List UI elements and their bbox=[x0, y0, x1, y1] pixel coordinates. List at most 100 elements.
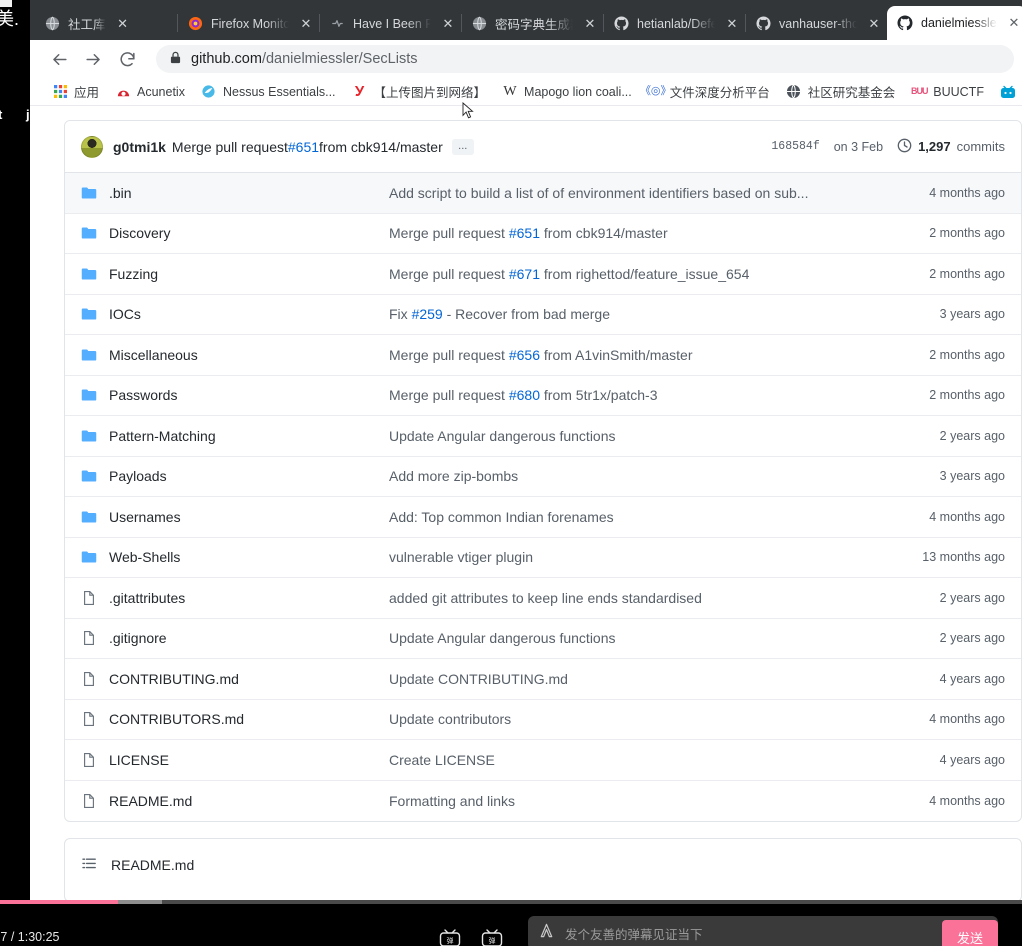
acunetix-icon bbox=[115, 84, 131, 100]
commit-age: 13 months ago bbox=[922, 550, 1005, 565]
commit-message[interactable]: Update Angular dangerous functions bbox=[389, 630, 895, 646]
tab-password-dict[interactable]: 密码字典生成器 ✕ bbox=[461, 7, 603, 40]
close-icon[interactable]: ✕ bbox=[725, 16, 739, 31]
table-row[interactable]: CONTRIBUTORS.md Update contributors 4 mont… bbox=[65, 700, 1021, 740]
table-row[interactable]: .gitignore Update Angular dangerous funct… bbox=[65, 619, 1021, 659]
file-name[interactable]: Web-Shells bbox=[109, 549, 389, 565]
back-arrow-icon[interactable] bbox=[44, 44, 74, 74]
commit-message[interactable]: Merge pull request #680 from 5tr1x/patch… bbox=[389, 387, 895, 403]
forward-arrow-icon[interactable] bbox=[78, 44, 108, 74]
commit-message[interactable]: Merge pull request #671 from righettod/f… bbox=[389, 266, 895, 282]
commit-sha[interactable]: 168584f bbox=[771, 140, 819, 153]
commit-message[interactable]: Add: Top common Indian forenames bbox=[389, 509, 895, 525]
bookmark-buuctf[interactable]: BUU BUUCTF bbox=[903, 82, 992, 102]
close-icon[interactable]: ✕ bbox=[116, 16, 130, 31]
folder-icon bbox=[81, 347, 97, 363]
bookmark-nessus[interactable]: Nessus Essentials... bbox=[193, 82, 344, 102]
file-name[interactable]: Discovery bbox=[109, 225, 389, 241]
bookmark-file-analysis[interactable]: 《◎》 文件深度分析平台 bbox=[640, 80, 778, 103]
file-name[interactable]: Miscellaneous bbox=[109, 347, 389, 363]
table-row[interactable]: README.md Formatting and links 4 months ag… bbox=[65, 781, 1021, 822]
close-icon[interactable]: ✕ bbox=[1007, 16, 1021, 30]
tab-title: 社工库 bbox=[68, 18, 106, 32]
url-domain: github.com bbox=[191, 51, 262, 67]
table-row[interactable]: Web-Shells vulnerable vtiger plugin 13 mon… bbox=[65, 538, 1021, 578]
tab-danielmiessler[interactable]: danielmiessler ✕ bbox=[887, 6, 1022, 40]
bookmark-apps[interactable]: 应用 bbox=[44, 80, 107, 103]
table-row[interactable]: Passwords Merge pull request #680 from 5t… bbox=[65, 376, 1021, 416]
commit-age: 4 months ago bbox=[929, 509, 1005, 524]
tab-have-i-been-pwned[interactable]: Have I Been Pwned ✕ bbox=[319, 7, 461, 40]
issue-link[interactable]: #680 bbox=[509, 387, 540, 403]
commit-message[interactable]: Update CONTRIBUTING.md bbox=[389, 671, 895, 687]
file-name[interactable]: Fuzzing bbox=[109, 266, 389, 282]
file-name[interactable]: Pattern-Matching bbox=[109, 428, 389, 444]
danmaku-settings-icon[interactable]: 弹 bbox=[480, 928, 504, 946]
bookmark-label: Mapogo lion coali... bbox=[524, 84, 632, 99]
file-name[interactable]: .gitignore bbox=[109, 630, 389, 646]
commit-expand-button[interactable]: ... bbox=[451, 138, 474, 155]
danmaku-tv-icon[interactable]: 弹 bbox=[438, 928, 462, 946]
tab-vanhauser-thc[interactable]: vanhauser-thc ✕ bbox=[745, 7, 887, 40]
commit-message[interactable]: Update contributors bbox=[389, 711, 895, 727]
danmaku-style-icon[interactable] bbox=[538, 922, 555, 944]
commit-pr-link[interactable]: #651 bbox=[288, 139, 319, 155]
commit-message[interactable]: Create LICENSE bbox=[389, 752, 895, 768]
close-icon[interactable]: ✕ bbox=[299, 16, 313, 31]
folder-icon bbox=[81, 549, 97, 565]
issue-link[interactable]: #656 bbox=[509, 347, 540, 363]
table-row[interactable]: Payloads Add more zip-bombs 3 years ago bbox=[65, 457, 1021, 497]
table-row[interactable]: .gitattributes added git attributes to ke… bbox=[65, 578, 1021, 619]
file-name[interactable]: Passwords bbox=[109, 387, 389, 403]
address-bar[interactable]: github.com/danielmiessler/SecLists bbox=[156, 45, 1014, 73]
commit-message[interactable]: Add script to build a list of of environ… bbox=[389, 185, 895, 201]
commit-message[interactable]: added git attributes to keep line ends s… bbox=[389, 590, 895, 606]
file-name[interactable]: Usernames bbox=[109, 509, 389, 525]
bookmark-acunetix[interactable]: Acunetix bbox=[107, 82, 193, 102]
file-name[interactable]: Payloads bbox=[109, 468, 389, 484]
file-name[interactable]: IOCs bbox=[109, 306, 389, 322]
danmaku-send-button[interactable]: 发送 bbox=[942, 920, 998, 946]
tab-shegongku[interactable]: 社工库 ✕ bbox=[34, 7, 177, 40]
close-icon[interactable]: ✕ bbox=[583, 16, 597, 31]
bookmark-community-foundation[interactable]: 社区研究基金会 bbox=[778, 80, 904, 103]
commit-message[interactable]: vulnerable vtiger plugin bbox=[389, 549, 895, 565]
table-row[interactable]: Discovery Merge pull request #651 from cb… bbox=[65, 214, 1021, 254]
commits-count[interactable]: 1,297 commits bbox=[897, 138, 1005, 156]
table-row[interactable]: Usernames Add: Top common Indian forename… bbox=[65, 497, 1021, 538]
file-name[interactable]: LICENSE bbox=[109, 752, 389, 768]
commit-message[interactable]: Add more zip-bombs bbox=[389, 468, 895, 484]
bookmark-mapogo[interactable]: W Mapogo lion coali... bbox=[494, 82, 640, 102]
bookmark-upload-image[interactable]: У 【上传图片到网络】 bbox=[344, 80, 495, 103]
file-name[interactable]: .bin bbox=[109, 185, 389, 201]
table-row[interactable]: LICENSE Create LICENSE 4 years ago bbox=[65, 740, 1021, 781]
github-icon bbox=[613, 16, 629, 32]
table-row[interactable]: .bin Add script to build a list of of env… bbox=[65, 173, 1021, 214]
danmaku-input[interactable]: 发个友善的弹幕见证当下 发送 bbox=[528, 916, 998, 946]
bookmark-bilibili[interactable] bbox=[992, 82, 1022, 102]
commit-message[interactable]: Update Angular dangerous functions bbox=[389, 428, 895, 444]
tab-firefox-monitor[interactable]: Firefox Monitor ✕ bbox=[177, 7, 319, 40]
issue-link[interactable]: #259 bbox=[412, 306, 443, 322]
issue-link[interactable]: #671 bbox=[509, 266, 540, 282]
commit-author[interactable]: g0tmi1k bbox=[113, 139, 166, 155]
commit-message[interactable]: Merge pull request #656 from A1vinSmith/… bbox=[389, 347, 895, 363]
issue-link[interactable]: #651 bbox=[509, 225, 540, 241]
table-row[interactable]: Pattern-Matching Update Angular dangerous… bbox=[65, 416, 1021, 457]
close-icon[interactable]: ✕ bbox=[867, 16, 881, 31]
table-row[interactable]: Fuzzing Merge pull request #671 from righ… bbox=[65, 254, 1021, 295]
tab-hetianlab[interactable]: hetianlab/Defen ✕ bbox=[603, 7, 745, 40]
file-name[interactable]: .gitattributes bbox=[109, 590, 389, 606]
table-row[interactable]: CONTRIBUTING.md Update CONTRIBUTING.md 4 y… bbox=[65, 659, 1021, 700]
table-row[interactable]: Miscellaneous Merge pull request #656 fro… bbox=[65, 335, 1021, 376]
table-row[interactable]: IOCs Fix #259 - Recover from bad merge 3 y… bbox=[65, 295, 1021, 335]
reload-icon[interactable] bbox=[112, 44, 142, 74]
file-name[interactable]: CONTRIBUTORS.md bbox=[109, 711, 389, 727]
file-name[interactable]: README.md bbox=[109, 793, 389, 809]
file-name[interactable]: CONTRIBUTING.md bbox=[109, 671, 389, 687]
commit-message[interactable]: Formatting and links bbox=[389, 793, 895, 809]
commit-message[interactable]: Fix #259 - Recover from bad merge bbox=[389, 306, 895, 322]
commit-message[interactable]: Merge pull request #651 from cbk914/mast… bbox=[389, 225, 895, 241]
close-icon[interactable]: ✕ bbox=[441, 16, 455, 31]
globe-icon bbox=[786, 84, 802, 100]
